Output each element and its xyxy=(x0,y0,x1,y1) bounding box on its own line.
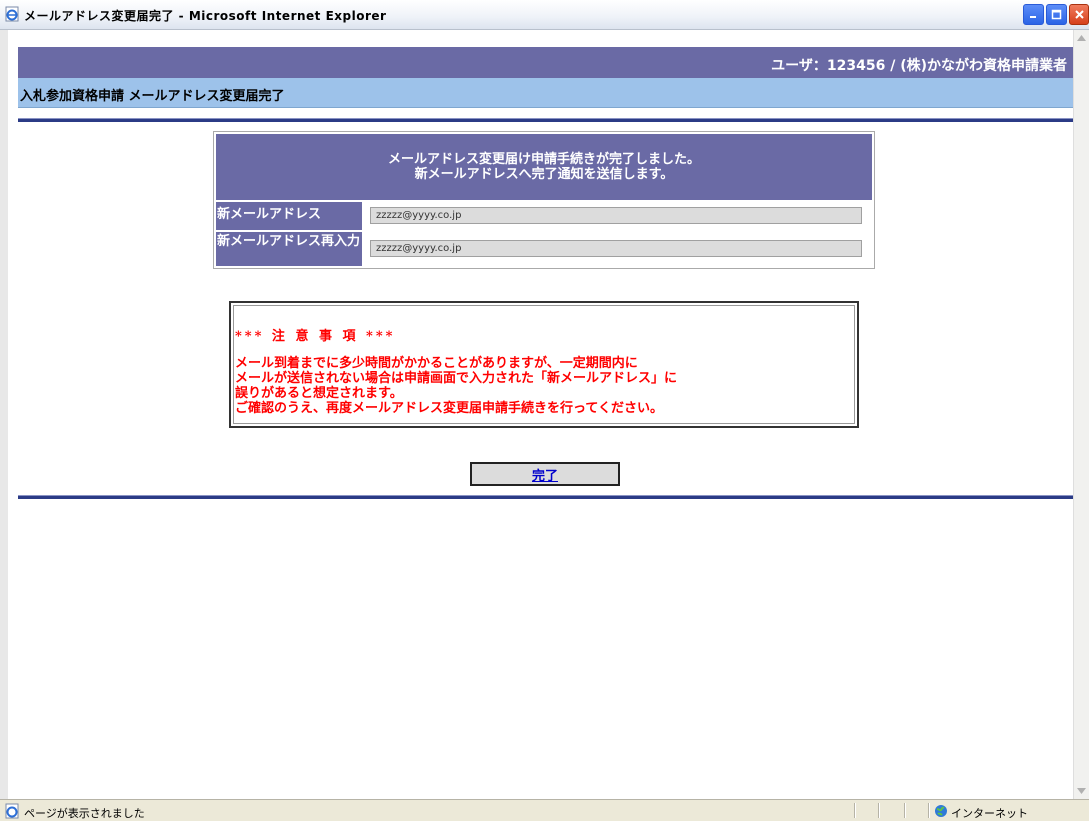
status-divider xyxy=(878,803,880,818)
status-divider xyxy=(854,803,856,818)
close-button[interactable] xyxy=(1069,4,1089,25)
user-bar: ユーザ：123456 / (株)かながわ資格申請業者 xyxy=(18,47,1073,78)
notice-body: メール到着までに多少時間がかかることがありますが、一定期間内に メールが送信され… xyxy=(235,356,677,416)
status-bar: ページが表示されました インターネット xyxy=(0,799,1089,821)
window-controls xyxy=(1023,4,1089,26)
page-title-bar: 入札参加資格申請 メールアドレス変更届完了 xyxy=(18,78,1073,108)
notice-line-2: メールが送信されない場合は申請画面で入力された「新メールアドレス」に xyxy=(235,371,678,386)
notice-title: *** 注 意 事 項 *** xyxy=(235,329,396,344)
scroll-down-button[interactable] xyxy=(1074,783,1089,799)
confirm-email-cell: zzzzz@yyyy.co.jp xyxy=(364,232,872,266)
minimize-button[interactable] xyxy=(1023,4,1044,25)
completion-message: メールアドレス変更届け申請手続きが完了しました。 新メールアドレスへ完了通知を送… xyxy=(216,134,872,200)
ie-page-icon xyxy=(4,6,20,22)
close-icon xyxy=(1074,10,1084,19)
globe-icon xyxy=(934,804,948,821)
done-button[interactable]: 完了 xyxy=(470,462,620,486)
done-link[interactable]: 完了 xyxy=(532,465,558,484)
status-divider xyxy=(928,803,930,818)
ie-page-icon xyxy=(4,803,20,822)
page-viewport: ユーザ：123456 / (株)かながわ資格申請業者 入札参加資格申請 メールア… xyxy=(8,30,1073,799)
new-email-label: 新メールアドレス xyxy=(216,202,362,230)
security-zone: インターネット xyxy=(951,807,1028,820)
vertical-scrollbar[interactable] xyxy=(1073,30,1089,799)
confirm-email-label: 新メールアドレス再入力 xyxy=(216,232,362,266)
arrow-up-icon xyxy=(1077,35,1086,41)
maximize-icon xyxy=(1051,9,1062,20)
completion-message-line1: メールアドレス変更届け申請手続きが完了しました。 xyxy=(387,152,700,167)
window-title: メールアドレス変更届完了 - Microsoft Internet Explor… xyxy=(24,9,387,23)
minimize-icon xyxy=(1030,16,1036,18)
new-email-row: 新メールアドレス zzzzz@yyyy.co.jp xyxy=(216,202,872,230)
user-info: ユーザ：123456 / (株)かながわ資格申請業者 xyxy=(771,58,1067,74)
page-title: 入札参加資格申請 メールアドレス変更届完了 xyxy=(20,89,285,104)
new-email-cell: zzzzz@yyyy.co.jp xyxy=(364,202,872,230)
arrow-down-icon xyxy=(1077,788,1086,794)
confirm-email-field[interactable]: zzzzz@yyyy.co.jp xyxy=(370,240,862,257)
status-divider xyxy=(904,803,906,818)
completion-message-line2: 新メールアドレスへ完了通知を送信します。 xyxy=(414,167,674,182)
maximize-button[interactable] xyxy=(1046,4,1067,25)
notice-box: *** 注 意 事 項 *** メール到着までに多少時間がかかることがありますが… xyxy=(229,301,859,428)
scroll-up-button[interactable] xyxy=(1074,30,1089,46)
status-text: ページが表示されました xyxy=(24,807,145,820)
bottom-divider xyxy=(18,495,1073,499)
new-email-field[interactable]: zzzzz@yyyy.co.jp xyxy=(370,207,862,224)
confirm-email-row: 新メールアドレス再入力 zzzzz@yyyy.co.jp xyxy=(216,232,872,266)
notice-line-1: メール到着までに多少時間がかかることがありますが、一定期間内に xyxy=(235,356,638,371)
window-title-bar[interactable]: メールアドレス変更届完了 - Microsoft Internet Explor… xyxy=(0,0,1089,30)
notice-line-4: ご確認のうえ、再度メールアドレス変更届申請手続きを行ってください。 xyxy=(235,401,663,416)
email-change-form: メールアドレス変更届け申請手続きが完了しました。 新メールアドレスへ完了通知を送… xyxy=(213,131,875,269)
top-divider xyxy=(18,118,1073,122)
notice-line-3: 誤りがあると想定されます。 xyxy=(235,386,403,401)
